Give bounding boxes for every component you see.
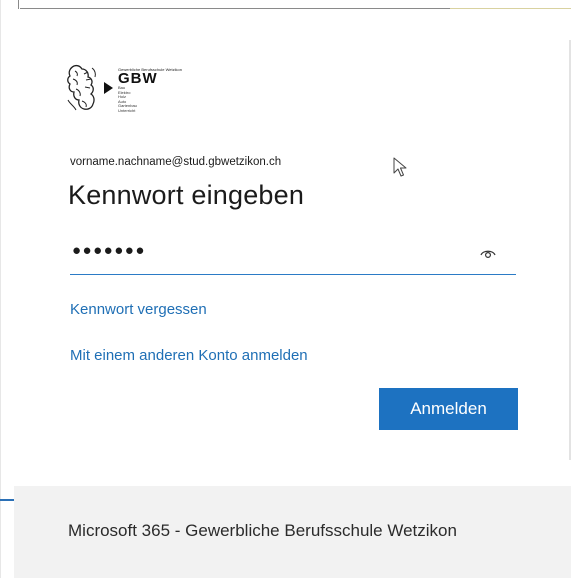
password-field[interactable]: ●●●●●●● [70,238,516,275]
logo-triangle-icon [104,82,113,94]
footer-text: Microsoft 365 - Gewerbliche Berufsschule… [68,521,457,540]
password-value[interactable]: ●●●●●●● [72,242,146,259]
school-logo: Gewerbliche Berufsschule Wetzikon GBW Ba… [64,60,198,116]
logo-subtitle: Bau Elektro Holz Auto Gartenbau Unterric… [118,85,148,114]
other-account-link[interactable]: Mit einem anderen Konto anmelden [70,347,308,364]
eye-icon[interactable] [480,247,496,259]
account-identifier: vorname.nachname@stud.gbwetzikon.ch [70,156,282,168]
forgot-password-link[interactable]: Kennwort vergessen [70,301,207,318]
footer-band: Microsoft 365 - Gewerbliche Berufsschule… [14,486,571,578]
mouse-pointer-icon [393,157,407,177]
lion-crest-icon [67,64,96,111]
background-window-line-right [450,8,571,9]
page-title: Kennwort eingeben [68,180,305,210]
background-left-edge [0,0,1,578]
background-window-edge [18,0,19,9]
sign-in-button[interactable]: Anmelden [379,388,518,430]
background-accent-line [0,499,14,501]
logo-subtitle-line: Unterricht [118,107,136,113]
background-window-line [20,8,450,9]
